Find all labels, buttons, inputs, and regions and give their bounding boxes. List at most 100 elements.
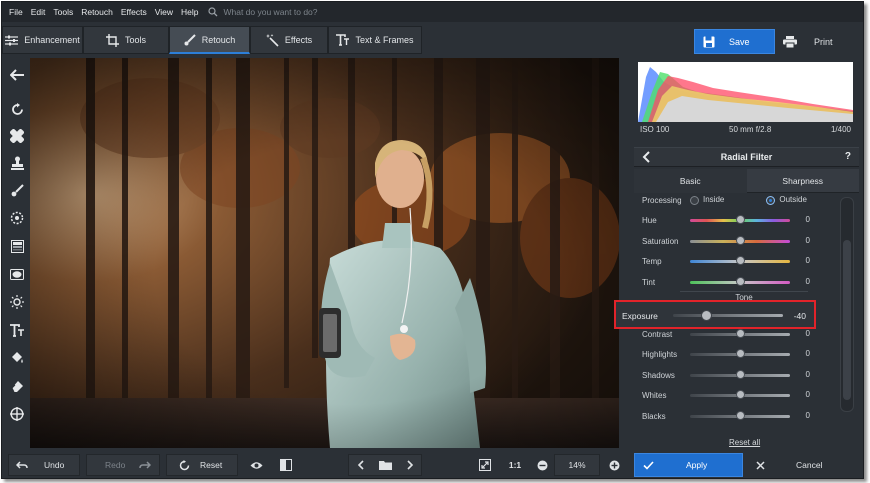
text-tool-icon[interactable]: [9, 322, 25, 338]
radial-filter-icon[interactable]: [9, 266, 25, 282]
zoom-out-icon[interactable]: [535, 454, 549, 476]
histogram: [638, 62, 853, 122]
tab-tools[interactable]: Tools: [83, 26, 169, 54]
tone-slider-row: Shadows 0: [642, 367, 838, 383]
tab-text-frames[interactable]: Text & Frames: [328, 26, 422, 54]
tint-slider-knob[interactable]: [736, 277, 745, 286]
tab-sharpness[interactable]: Sharpness: [746, 169, 859, 193]
save-button[interactable]: Save: [694, 29, 775, 54]
compare-icon[interactable]: [278, 454, 294, 476]
menu-help[interactable]: Help: [181, 7, 198, 17]
scrollbar-thumb[interactable]: [843, 240, 851, 400]
panel-title: Radial Filter: [720, 152, 773, 162]
fit-screen-icon[interactable]: [476, 454, 494, 476]
exposure-slider-knob[interactable]: [700, 310, 712, 321]
saturation-slider-knob[interactable]: [736, 236, 745, 245]
apply-button[interactable]: Apply: [634, 453, 743, 477]
panel-scrollbar[interactable]: [840, 197, 854, 412]
healing-patch-icon[interactable]: [9, 128, 25, 144]
clone-stamp-icon[interactable]: [9, 155, 25, 171]
panel-header: Radial Filter ?: [634, 147, 859, 167]
search-box[interactable]: What do you want to do?: [208, 7, 318, 17]
radio-outside-dot: [766, 195, 776, 205]
color-slider-row: Saturation 0: [642, 233, 838, 249]
redo-label: Redo: [105, 460, 126, 470]
tone-slider-label: Whites: [642, 390, 667, 400]
temp-slider-knob[interactable]: [736, 256, 745, 265]
zoom-in-icon[interactable]: [607, 454, 621, 476]
exposure-row-highlight: Exposure -40: [614, 300, 816, 329]
hue-value: 0: [805, 215, 810, 224]
color-slider-row: Tint 0: [642, 274, 838, 290]
zoom-level-field[interactable]: 14%: [554, 454, 600, 476]
processing-label: Processing: [642, 195, 682, 205]
radio-inside-label: Inside: [703, 195, 725, 205]
target-icon[interactable]: [9, 406, 25, 422]
printer-icon: [783, 35, 797, 48]
gradient-filter-icon[interactable]: [9, 238, 25, 254]
highlights-slider-knob[interactable]: [736, 349, 745, 358]
print-button[interactable]: Print: [778, 29, 858, 54]
highlights-value: 0: [805, 349, 810, 358]
checkmark-icon: [643, 460, 654, 470]
cancel-button[interactable]: Cancel: [747, 453, 859, 477]
menu-file[interactable]: File: [9, 7, 23, 17]
undo-button[interactable]: Undo: [8, 454, 80, 476]
color-slider-label: Saturation: [642, 236, 679, 246]
reset-label: Reset: [200, 460, 223, 470]
close-icon: [756, 460, 765, 470]
print-label: Print: [814, 36, 833, 47]
tone-slider-label: Shadows: [642, 370, 675, 380]
reset-all-link[interactable]: Reset all: [729, 438, 760, 447]
spot-icon[interactable]: [9, 210, 25, 226]
menu-effects[interactable]: Effects: [121, 7, 147, 17]
magic-wand-icon: [265, 33, 279, 47]
redo-button[interactable]: Redo: [86, 454, 160, 476]
sun-icon[interactable]: [9, 294, 25, 310]
menu-retouch[interactable]: Retouch: [81, 7, 113, 17]
photo-image: [30, 58, 619, 448]
main-tabs: Enhancement Tools Retouch Effects Text &…: [2, 26, 436, 56]
undo-icon: [16, 460, 28, 469]
reset-button[interactable]: Reset: [166, 454, 238, 476]
photo-canvas[interactable]: [30, 58, 619, 448]
color-slider-row: Hue 0: [642, 212, 838, 228]
menu-bar: File Edit Tools Retouch Effects View Hel…: [2, 2, 863, 22]
menu-tools[interactable]: Tools: [53, 7, 73, 17]
help-icon[interactable]: ?: [845, 151, 851, 162]
shadows-slider-knob[interactable]: [736, 370, 745, 379]
paint-bucket-icon[interactable]: [9, 350, 25, 366]
rotate-icon[interactable]: [9, 101, 25, 117]
brush-tool-icon[interactable]: [9, 182, 25, 198]
tab-basic[interactable]: Basic: [634, 169, 747, 193]
back-arrow-icon[interactable]: [9, 67, 25, 83]
chevron-left-icon[interactable]: [642, 151, 650, 165]
eraser-icon[interactable]: [9, 378, 25, 394]
contrast-slider-knob[interactable]: [736, 329, 745, 338]
hue-slider-knob[interactable]: [736, 215, 745, 224]
folder-icon[interactable]: [378, 460, 392, 470]
tone-slider-row: Contrast 0: [642, 326, 838, 342]
tab-enhancement[interactable]: Enhancement: [2, 26, 83, 54]
chevron-right-icon[interactable]: [406, 460, 414, 470]
tone-slider-label: Contrast: [642, 329, 673, 339]
whites-slider-knob[interactable]: [736, 390, 745, 399]
radio-inside[interactable]: Inside: [690, 195, 725, 205]
exposure-label: Exposure: [622, 311, 658, 321]
eye-icon[interactable]: [248, 454, 264, 476]
tab-label: Effects: [284, 35, 313, 45]
tone-slider-row: Blacks 0: [642, 408, 838, 424]
tab-effects[interactable]: Effects: [250, 26, 328, 54]
redo-icon: [139, 460, 152, 469]
blacks-value: 0: [805, 411, 810, 420]
sliders-icon: [5, 35, 19, 45]
whites-value: 0: [805, 390, 810, 399]
tab-retouch[interactable]: Retouch: [169, 26, 250, 54]
chevron-left-icon[interactable]: [357, 460, 364, 470]
blacks-slider-knob[interactable]: [736, 411, 745, 420]
exposure-slider[interactable]: [673, 314, 783, 317]
menu-edit[interactable]: Edit: [31, 7, 46, 17]
menu-view[interactable]: View: [155, 7, 173, 17]
zoom-actual-button[interactable]: 1:1: [506, 454, 524, 476]
radio-outside[interactable]: Outside: [766, 195, 807, 205]
